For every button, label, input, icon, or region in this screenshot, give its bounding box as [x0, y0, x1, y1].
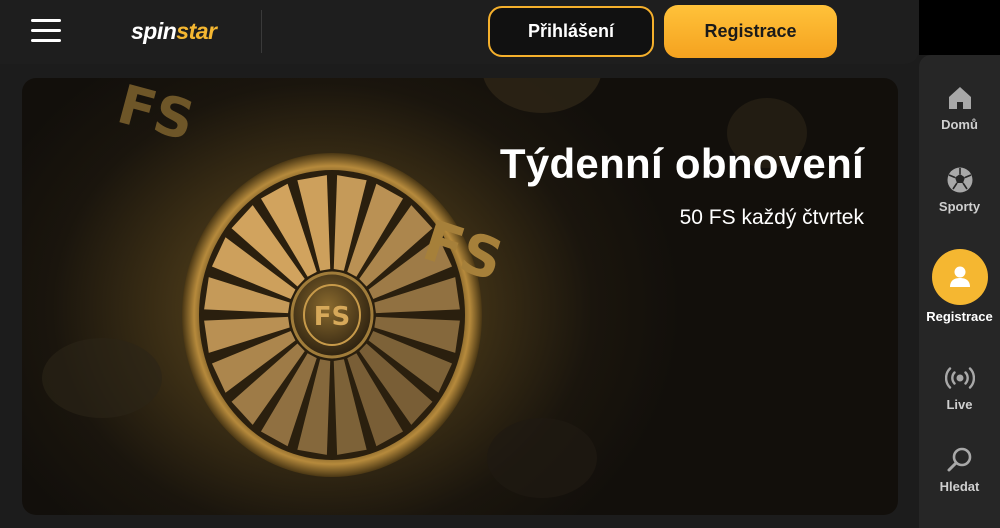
fs-background-text: FS [111, 78, 201, 153]
wheel-center-fs-text: FS [314, 302, 351, 332]
top-right-corner [919, 0, 1000, 55]
right-sidebar-nav: Domů Sporty Registrace Live Hledat [919, 55, 1000, 528]
sidebar-item-label: Hledat [939, 479, 980, 494]
login-button[interactable]: Přihlášení [488, 6, 654, 57]
sidebar-item-search[interactable]: Hledat [919, 445, 1000, 494]
header-divider [261, 10, 262, 53]
banner-title: Týdenní obnovení [499, 140, 864, 187]
sidebar-item-home[interactable]: Domů [919, 83, 1000, 132]
live-broadcast-icon [944, 363, 975, 393]
sidebar-item-sports[interactable]: Sporty [919, 165, 1000, 214]
sidebar-item-label: Domů [941, 117, 978, 132]
hamburger-menu-icon[interactable] [31, 16, 61, 46]
spinstar-logo[interactable]: spinstar [131, 18, 217, 45]
sidebar-item-label: Registrace [926, 309, 993, 324]
search-icon [945, 445, 975, 475]
home-icon [945, 83, 975, 113]
register-button[interactable]: Registrace [664, 5, 837, 58]
promo-banner[interactable]: FS FS FS Týdenní obnovení 50 FS každý čt… [22, 78, 898, 515]
user-icon [931, 249, 988, 305]
sidebar-item-live[interactable]: Live [919, 363, 1000, 412]
banner-subtitle: 50 FS každý čtvrtek [679, 206, 864, 229]
top-header: spinstar Přihlášení Registrace [0, 0, 919, 64]
soccer-ball-icon [945, 165, 975, 195]
sidebar-item-register[interactable]: Registrace [919, 249, 1000, 324]
sidebar-item-label: Sporty [938, 199, 981, 214]
sidebar-item-label: Live [946, 397, 973, 412]
